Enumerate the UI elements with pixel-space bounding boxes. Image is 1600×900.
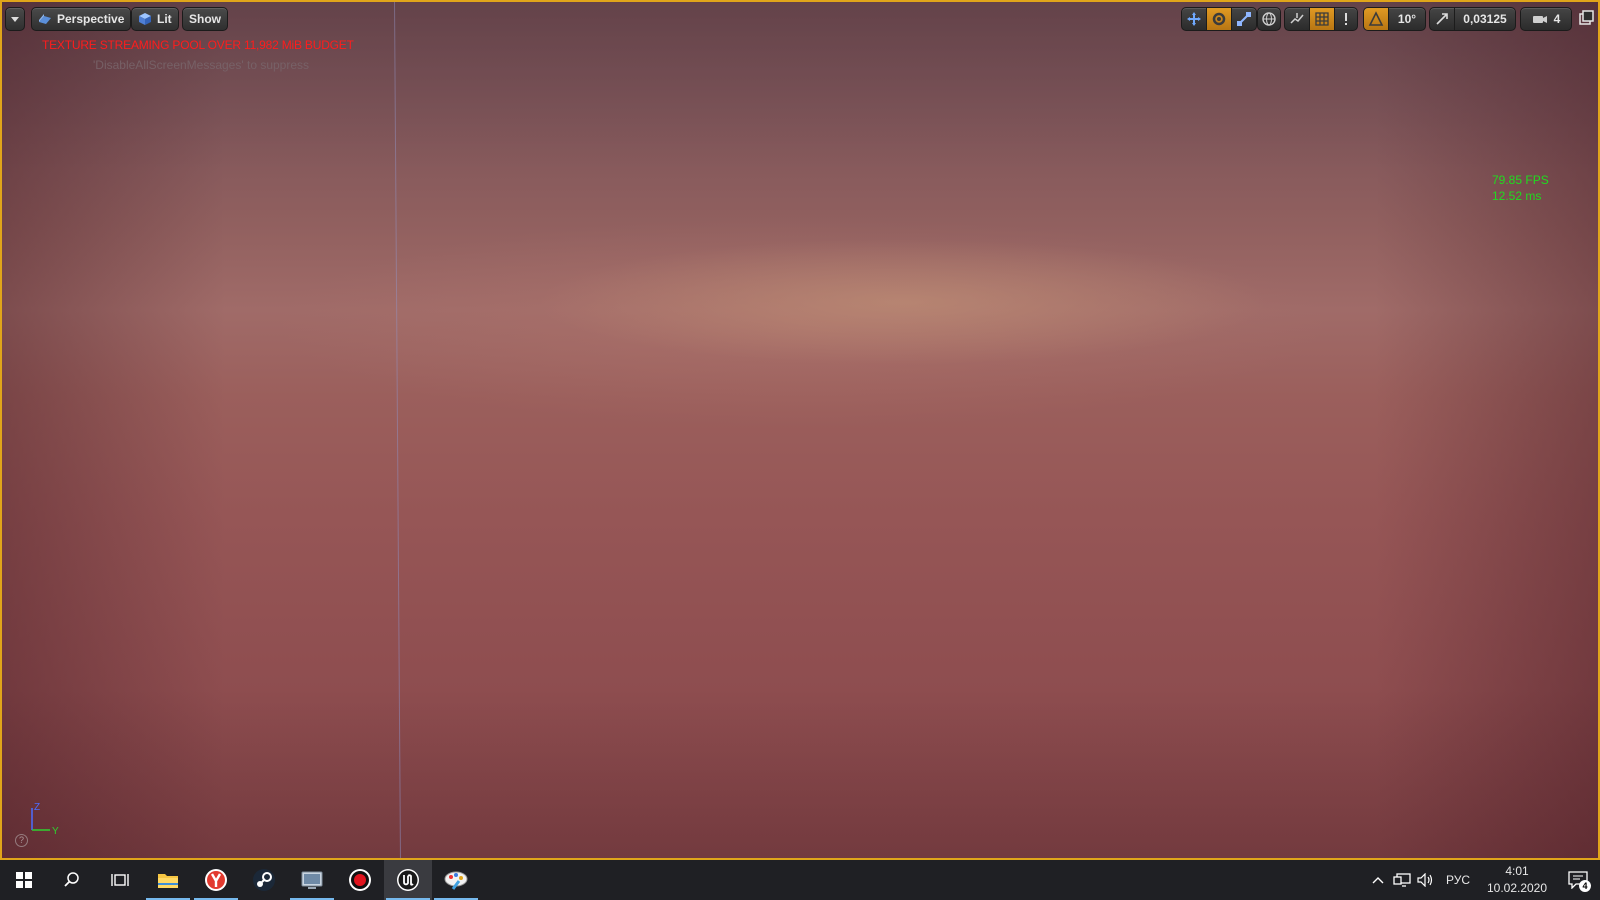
axis-indicator-icon: Z Y [31, 802, 59, 837]
paint-icon [444, 871, 468, 890]
scale-snap-icon [1436, 13, 1448, 25]
task-view-icon [111, 874, 129, 886]
globe-icon [1262, 12, 1276, 26]
show-hidden-icons-button[interactable] [1366, 860, 1390, 900]
geometry-edge-line [394, 2, 402, 858]
task-view-button[interactable] [96, 860, 144, 900]
coordinate-system-group [1257, 7, 1281, 31]
search-icon [64, 872, 79, 887]
taskbar-steam[interactable] [240, 860, 288, 900]
taskbar-file-explorer[interactable] [144, 860, 192, 900]
world-coordinates-toggle[interactable] [1258, 8, 1280, 30]
axis-z-label: Z [34, 802, 40, 813]
windows-taskbar: РУС 4:01 10.02.2020 4 [0, 860, 1600, 900]
perspective-icon [39, 14, 51, 24]
start-button[interactable] [0, 860, 48, 900]
record-icon [349, 869, 371, 891]
language-indicator[interactable]: РУС [1438, 873, 1478, 887]
grid-icon [1315, 12, 1329, 26]
taskbar-paint[interactable] [432, 860, 480, 900]
view-mode-button[interactable]: Lit [131, 7, 179, 31]
rotate-icon [1212, 12, 1226, 26]
clock-time: 4:01 [1505, 864, 1529, 878]
viewport-options-button[interactable] [5, 7, 25, 31]
axis-gizmo: Z Y [28, 802, 62, 839]
speaker-icon [1417, 873, 1433, 887]
surface-snapping-toggle[interactable] [1285, 8, 1310, 30]
angle-icon [1368, 11, 1384, 26]
windows-logo-icon [16, 872, 32, 888]
taskbar-yandex-browser[interactable] [192, 860, 240, 900]
maximize-viewport-button[interactable] [1578, 10, 1594, 26]
snap-value-icon [1345, 13, 1347, 25]
fps-stats: 79.85 FPS 12.52 ms [1492, 172, 1549, 204]
viewport-vignette [2, 2, 1598, 858]
rotation-snap-toggle[interactable] [1364, 8, 1389, 30]
translate-tool[interactable] [1182, 8, 1207, 30]
camera-speed-group: 4 [1520, 7, 1572, 31]
network-icon [1393, 873, 1411, 887]
rotation-snap-value[interactable]: 10° [1389, 8, 1425, 30]
taskbar-unreal-engine[interactable] [384, 860, 432, 900]
network-button[interactable] [1390, 860, 1414, 900]
volume-button[interactable] [1414, 860, 1438, 900]
texture-streaming-warning: TEXTURE STREAMING POOL OVER 11,982 MiB B… [42, 38, 354, 52]
chevron-up-icon [1372, 877, 1384, 884]
app-icon [301, 871, 323, 889]
system-tray: РУС 4:01 10.02.2020 4 [1366, 860, 1600, 900]
transform-tools-group [1181, 7, 1257, 31]
maximize-icon [1579, 10, 1594, 25]
rotation-snap-group: 10° [1363, 7, 1426, 31]
taskbar-clock[interactable]: 4:01 10.02.2020 [1478, 863, 1556, 897]
yandex-browser-icon [205, 869, 227, 891]
perspective-button[interactable]: Perspective [31, 7, 132, 31]
scale-snap-value[interactable]: 0,03125 [1455, 8, 1515, 30]
camera-speed-button[interactable]: 4 [1521, 8, 1571, 30]
camera-speed-value: 4 [1553, 12, 1561, 26]
surface-snap-icon [1290, 13, 1304, 24]
scale-snap-group: 0,03125 [1429, 7, 1516, 31]
fps-value: 79.85 FPS [1492, 173, 1549, 187]
grid-snap-toggle[interactable] [1310, 8, 1335, 30]
lit-label: Lit [157, 12, 172, 26]
frame-time-value: 12.52 ms [1492, 189, 1542, 203]
move-arrows-icon [1187, 12, 1201, 26]
grid-snap-value[interactable] [1335, 8, 1357, 30]
action-center-button[interactable]: 4 [1556, 860, 1600, 900]
suppress-hint: 'DisableAllScreenMessages' to suppress [93, 58, 310, 72]
snapping-group [1284, 7, 1358, 31]
unreal-engine-icon [397, 869, 419, 891]
clock-date: 10.02.2020 [1486, 881, 1548, 895]
level-viewport[interactable]: Perspective Lit Show TEXTURE STREAMING P… [0, 0, 1600, 860]
chevron-down-icon [11, 16, 19, 22]
scale-snap-toggle[interactable] [1430, 8, 1455, 30]
show-button[interactable]: Show [182, 7, 228, 31]
show-label: Show [189, 12, 221, 26]
axis-y-label: Y [52, 826, 59, 834]
search-button[interactable] [48, 860, 96, 900]
scale-icon [1237, 12, 1251, 26]
steam-icon [253, 869, 275, 891]
perspective-label: Perspective [57, 12, 125, 26]
taskbar-recorder[interactable] [336, 860, 384, 900]
help-icon[interactable]: ? [15, 834, 28, 847]
lit-cube-icon [139, 13, 151, 25]
camera-icon [1532, 16, 1547, 23]
notification-count-badge: 4 [1579, 880, 1591, 892]
rotate-tool[interactable] [1207, 8, 1232, 30]
file-explorer-icon [158, 874, 178, 888]
scale-tool[interactable] [1232, 8, 1256, 30]
taskbar-app[interactable] [288, 860, 336, 900]
